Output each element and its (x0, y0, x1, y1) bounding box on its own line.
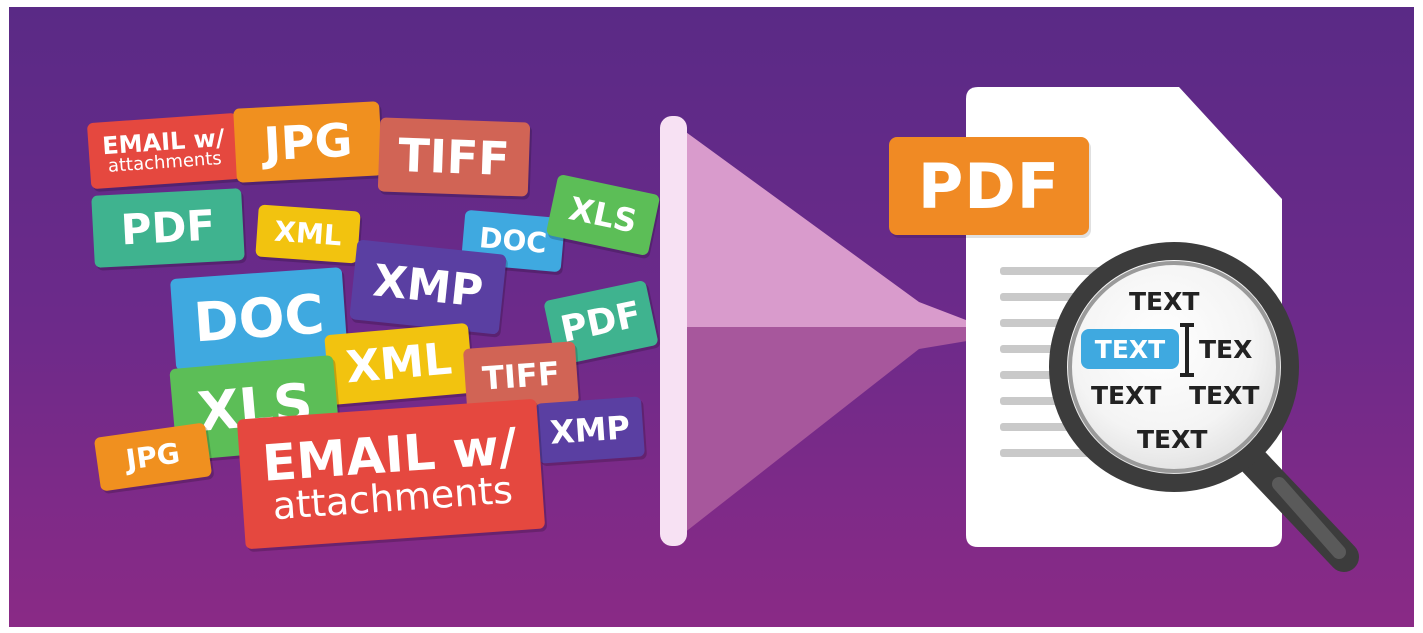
tag-pdf-left-label: PDF (119, 200, 217, 255)
tag-email-big: EMAIL w/ attachments (236, 398, 546, 550)
tag-xml-mid-label: XML (344, 333, 454, 394)
tag-jpg-bottom-label: JPG (123, 436, 182, 477)
tag-doc-big-label: DOC (191, 282, 327, 355)
tag-tiff-top-label: TIFF (397, 128, 511, 186)
tag-jpg-bottom: JPG (93, 422, 213, 492)
tag-xmp-mid-label: XMP (370, 255, 486, 318)
text-cursor-icon (1180, 323, 1194, 377)
funnel-mouth-bar (660, 116, 687, 546)
tag-jpg-top-label: JPG (262, 112, 354, 172)
tag-xmp-bottom-label: XMP (548, 408, 632, 452)
lens-word-row2-right: TEX (1199, 335, 1253, 364)
tag-jpg-top: JPG (233, 101, 383, 183)
lens-word-row3-right: TEXT (1189, 381, 1260, 410)
tag-xmp-mid: XMP (349, 239, 507, 335)
tag-xml-small-label: XML (273, 214, 343, 253)
hero-banner: EMAIL w/ attachments JPG TIFF PDF XML DO… (9, 7, 1414, 627)
tag-xls-top-label: XLS (565, 189, 641, 241)
tag-tiff-top: TIFF (377, 117, 531, 197)
pdf-output-label: PDF (917, 149, 1061, 223)
lens-word-row4: TEXT (1137, 425, 1208, 454)
tag-tiff-mid-label: TIFF (481, 354, 561, 398)
pdf-output-badge: PDF (889, 137, 1089, 235)
tag-xml-mid: XML (324, 322, 474, 406)
funnel-lower-half (679, 327, 979, 537)
tag-xml-small: XML (255, 204, 361, 264)
tag-xmp-bottom: XMP (535, 396, 645, 464)
lens-word-row3-left: TEXT (1091, 381, 1162, 410)
lens-word-row1: TEXT (1129, 287, 1200, 316)
tag-pdf-left: PDF (91, 188, 245, 268)
lens-highlighted-word: TEXT (1081, 329, 1179, 369)
lens-highlighted-label: TEXT (1094, 334, 1166, 364)
tag-email-small: EMAIL w/ attachments (86, 112, 242, 190)
